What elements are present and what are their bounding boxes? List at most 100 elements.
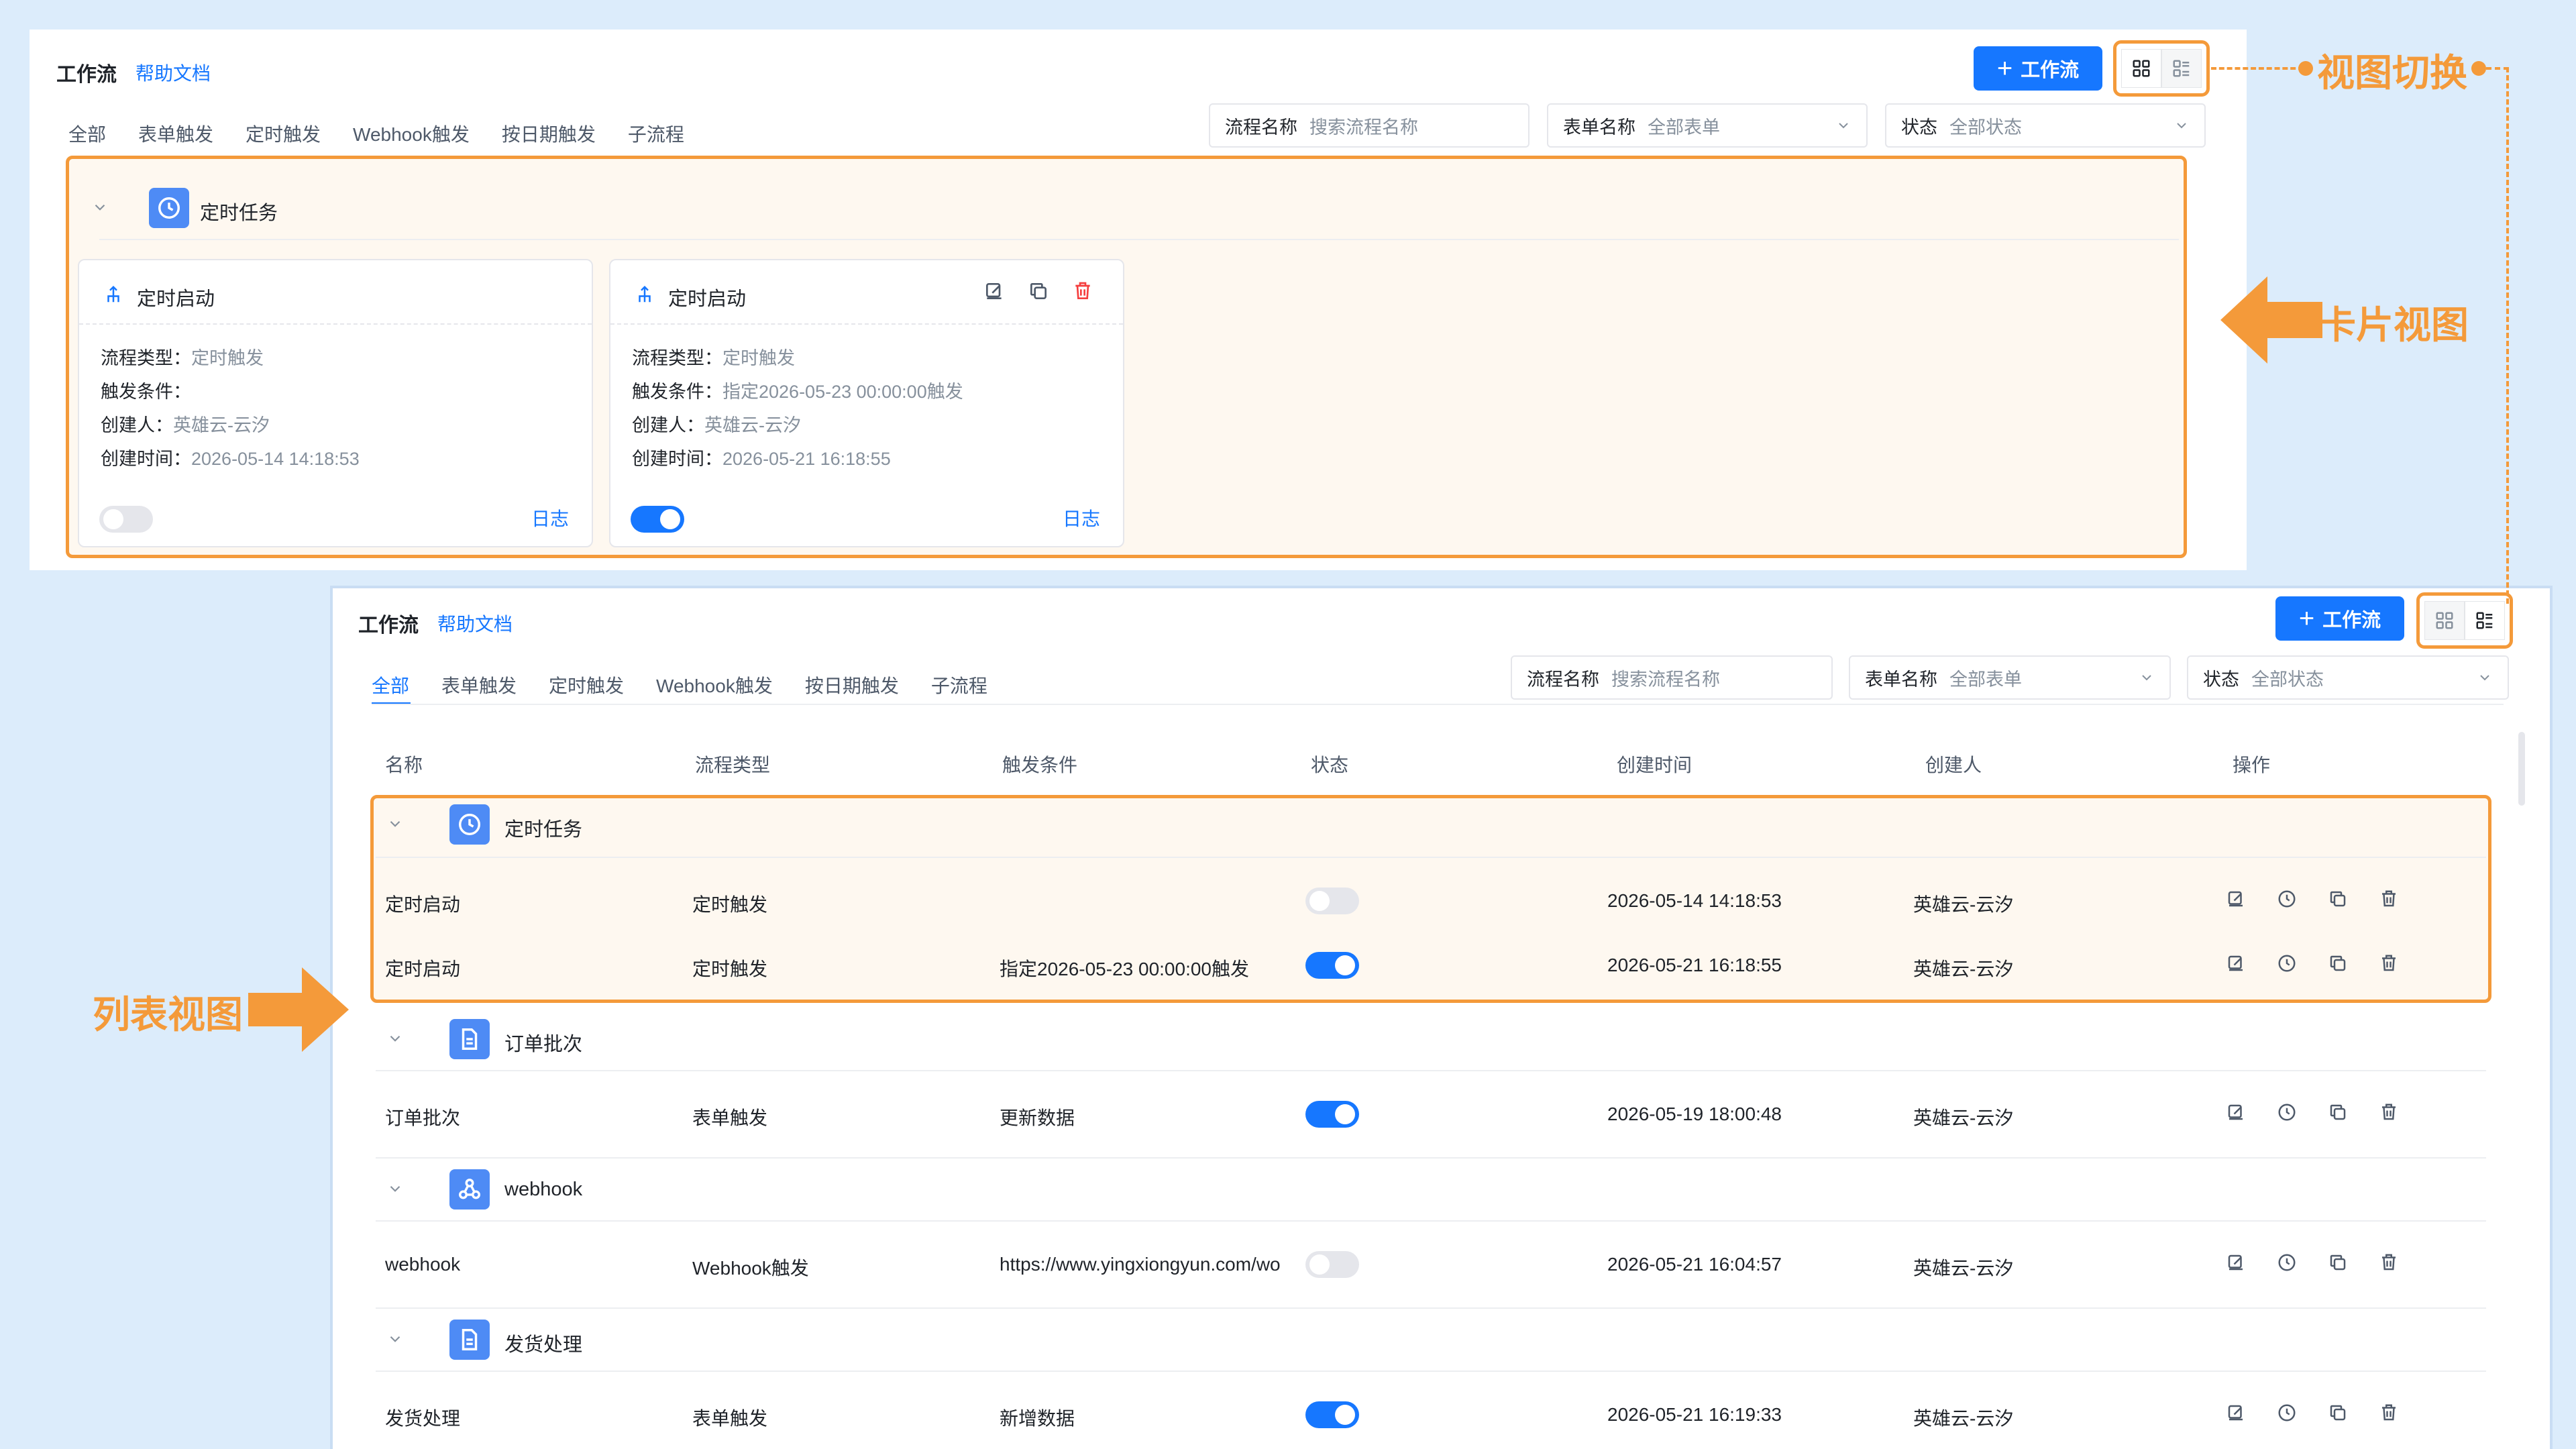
- log-link[interactable]: 日志: [1063, 504, 1100, 531]
- status-filter[interactable]: 状态 全部状态: [2187, 655, 2509, 700]
- webhook-icon: [459, 1179, 480, 1199]
- copy-icon[interactable]: [2328, 1403, 2348, 1423]
- grid-icon: [2133, 60, 2150, 77]
- page-title: 工作流: [358, 614, 419, 637]
- copy-icon[interactable]: [2328, 1252, 2348, 1273]
- row-creator: 英雄云-云汐: [1913, 894, 2014, 915]
- help-docs-link[interactable]: 帮助文档: [437, 610, 513, 637]
- tab-date-trigger[interactable]: 按日期触发: [502, 120, 596, 147]
- workflow-card[interactable]: 定时启动 流程类型：定时触发 触发条件：指定2026-05-23 00:00:0…: [609, 259, 1124, 547]
- enable-toggle[interactable]: [1305, 1401, 1359, 1428]
- enable-toggle[interactable]: [1305, 1251, 1359, 1278]
- list-view-toggle[interactable]: [2161, 49, 2202, 88]
- chevron-down-icon[interactable]: [91, 199, 109, 216]
- copy-icon[interactable]: [2328, 953, 2348, 973]
- delete-icon[interactable]: [2379, 889, 2399, 909]
- add-workflow-button[interactable]: + 工作流: [2275, 596, 2404, 641]
- divider: [376, 1371, 2486, 1372]
- divider: [376, 1307, 2486, 1309]
- history-icon[interactable]: [2277, 953, 2297, 973]
- row-condition: 新增数据: [1000, 1408, 1075, 1429]
- tab-form-trigger[interactable]: 表单触发: [138, 120, 213, 147]
- status-select[interactable]: 全部状态: [2251, 665, 2477, 691]
- tab-timer-trigger[interactable]: 定时触发: [246, 120, 321, 147]
- column-header-created-time: 创建时间: [1617, 755, 1693, 775]
- edit-icon[interactable]: [2226, 1252, 2246, 1273]
- type-value: 定时触发: [191, 348, 264, 368]
- time-value: 2026-05-14 14:18:53: [191, 449, 360, 469]
- status-select[interactable]: 全部状态: [1949, 113, 2174, 139]
- tab-subflow[interactable]: 子流程: [628, 120, 684, 147]
- condition-label: 触发条件：: [101, 382, 191, 402]
- tab-all[interactable]: 全部: [68, 120, 106, 147]
- edit-icon[interactable]: [2226, 1403, 2246, 1423]
- tab-form-trigger[interactable]: 表单触发: [441, 672, 517, 698]
- edit-icon[interactable]: [983, 280, 1005, 302]
- copy-icon[interactable]: [1028, 280, 1049, 302]
- log-link[interactable]: 日志: [531, 504, 569, 531]
- enable-toggle[interactable]: [1305, 952, 1359, 979]
- chevron-down-icon[interactable]: [386, 815, 404, 833]
- form-name-select[interactable]: 全部表单: [1648, 113, 1835, 139]
- form-name-select[interactable]: 全部表单: [1949, 665, 2139, 691]
- add-workflow-button[interactable]: + 工作流: [1974, 46, 2102, 91]
- edit-icon[interactable]: [2226, 889, 2246, 909]
- copy-icon[interactable]: [2328, 1102, 2348, 1122]
- tab-date-trigger[interactable]: 按日期触发: [805, 672, 899, 698]
- trigger-tabs: 全部 表单触发 定时触发 Webhook触发 按日期触发 子流程: [68, 120, 716, 147]
- workflow-card[interactable]: 定时启动 流程类型：定时触发 触发条件： 创建人：英雄云-云汐 创建时间：202…: [78, 259, 593, 547]
- status-filter[interactable]: 状态 全部状态: [1885, 103, 2206, 148]
- creator-label: 创建人：: [632, 415, 704, 435]
- delete-icon[interactable]: [2379, 1403, 2399, 1423]
- list-view-toggle[interactable]: [2465, 601, 2505, 640]
- history-icon[interactable]: [2277, 1403, 2297, 1423]
- delete-icon[interactable]: [1072, 280, 1093, 302]
- card-view-toggle[interactable]: [2424, 601, 2465, 640]
- group-name: 订单批次: [504, 1034, 583, 1055]
- row-created-time: 2026-05-21 16:18:55: [1607, 955, 1782, 975]
- delete-icon[interactable]: [2379, 1252, 2399, 1273]
- group-icon: [449, 1169, 490, 1210]
- edit-icon[interactable]: [2226, 953, 2246, 973]
- tab-webhook-trigger[interactable]: Webhook触发: [353, 120, 470, 147]
- delete-icon[interactable]: [2379, 953, 2399, 973]
- chevron-down-icon: [1839, 123, 1848, 129]
- group-name: 定时任务: [504, 819, 583, 841]
- delete-icon[interactable]: [2379, 1102, 2399, 1122]
- edit-icon[interactable]: [2226, 1102, 2246, 1122]
- type-value: 定时触发: [722, 348, 795, 368]
- history-icon[interactable]: [2277, 1252, 2297, 1273]
- card-view-annotation: 卡片视图: [2318, 303, 2469, 347]
- tab-webhook-trigger[interactable]: Webhook触发: [656, 672, 773, 698]
- row-name: 定时启动: [385, 894, 461, 915]
- form-name-filter[interactable]: 表单名称 全部表单: [1849, 655, 2171, 700]
- flow-name-search-input[interactable]: 搜索流程名称: [1309, 113, 1513, 139]
- chevron-down-icon[interactable]: [386, 1180, 404, 1197]
- tab-timer-trigger[interactable]: 定时触发: [549, 672, 624, 698]
- enable-toggle[interactable]: [1305, 888, 1359, 914]
- group-name: 定时任务: [200, 203, 278, 224]
- chevron-down-icon[interactable]: [386, 1330, 404, 1348]
- row-condition: 更新数据: [1000, 1108, 1075, 1128]
- row-creator: 英雄云-云汐: [1913, 1108, 2014, 1128]
- chevron-down-icon[interactable]: [386, 1030, 404, 1047]
- scrollbar[interactable]: [2518, 732, 2525, 806]
- grid-icon: [2436, 612, 2453, 629]
- row-name: 订单批次: [385, 1108, 461, 1128]
- history-icon[interactable]: [2277, 1102, 2297, 1122]
- copy-icon[interactable]: [2328, 889, 2348, 909]
- help-docs-link[interactable]: 帮助文档: [136, 59, 211, 86]
- flow-name-search-input[interactable]: 搜索流程名称: [1611, 665, 1817, 691]
- card-row-condition: 触发条件：: [101, 377, 191, 403]
- form-name-filter[interactable]: 表单名称 全部表单: [1547, 103, 1868, 148]
- tab-subflow[interactable]: 子流程: [931, 672, 987, 698]
- enable-toggle[interactable]: [1305, 1101, 1359, 1128]
- card-view-toggle[interactable]: [2121, 49, 2161, 88]
- history-icon[interactable]: [2277, 889, 2297, 909]
- flow-name-filter[interactable]: 流程名称 搜索流程名称: [1209, 103, 1529, 148]
- creator-value: 英雄云-云汐: [704, 415, 801, 435]
- tab-all[interactable]: 全部: [372, 672, 409, 698]
- enable-toggle[interactable]: [631, 506, 684, 533]
- flow-name-filter[interactable]: 流程名称 搜索流程名称: [1511, 655, 1833, 700]
- enable-toggle[interactable]: [99, 506, 153, 533]
